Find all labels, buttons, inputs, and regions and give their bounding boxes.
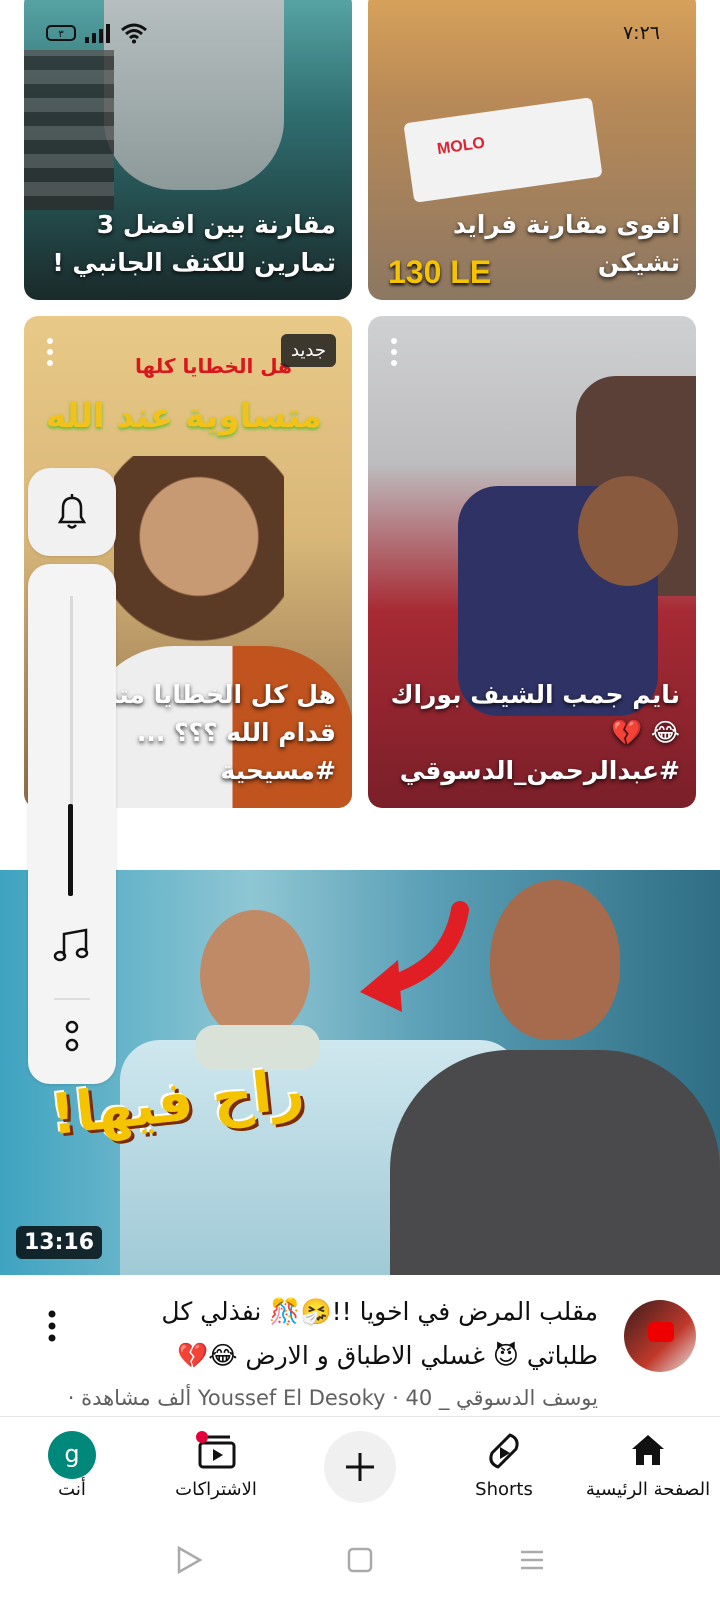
channel-avatar[interactable] — [624, 1300, 696, 1372]
home-icon — [632, 1435, 664, 1465]
short-card-shoulder-exercises[interactable]: مقارنة بين افضل 3 تمارين للكتف الجانبي ! — [24, 0, 352, 300]
avatar-play-badge — [648, 1322, 674, 1342]
nav-shorts[interactable]: Shorts — [434, 1417, 574, 1527]
nav-home[interactable]: الصفحة الرئيسية — [578, 1417, 718, 1527]
subscriptions-icon — [196, 1431, 236, 1469]
short-title: اقوى مقارنة فرايد تشيكن — [452, 210, 680, 277]
nav-label: أنت — [58, 1479, 86, 1500]
short-thumbnail — [104, 0, 284, 190]
nav-label: Shorts — [475, 1479, 533, 1500]
boy-head — [578, 476, 678, 586]
short-thumbnail-dumbbells — [24, 50, 114, 210]
patient-head — [200, 910, 310, 1040]
play-back-icon[interactable] — [174, 1544, 204, 1576]
nav-label: الاشتراكات — [175, 1479, 257, 1500]
music-note-icon[interactable] — [52, 926, 92, 966]
video-duration: 13:16 — [16, 1226, 103, 1259]
short-title: نايم جمب الشيف بوراك 😂 💔 #عبدالرحمن_الدس… — [390, 680, 680, 785]
red-arrow-icon — [360, 901, 469, 1012]
nav-label: الصفحة الرئيسية — [585, 1479, 711, 1500]
short-card-sleeping-chef[interactable]: نايم جمب الشيف بوراك 😂 💔 #عبدالرحمن_الدس… — [368, 316, 696, 808]
short-card-fried-chicken[interactable]: MOLO 130 LE اقوى مقارنة فرايد تشيكن — [368, 0, 696, 300]
thumb-caption-yellow: متساوية عند الله — [45, 396, 322, 436]
floating-music-panel — [28, 564, 116, 1084]
create-button[interactable] — [324, 1431, 396, 1503]
bell-icon — [57, 494, 87, 529]
man-shirt — [390, 1050, 720, 1275]
notification-bell-button[interactable] — [28, 468, 116, 556]
more-options-icon[interactable] — [46, 1308, 58, 1344]
user-avatar: g — [48, 1431, 96, 1479]
home-square-icon[interactable] — [346, 1544, 374, 1576]
video-subtitle: يوسف الدسوقي _ Youssef El Desoky · 40 أل… — [67, 1386, 598, 1410]
brand-text: MOLO — [436, 134, 487, 159]
new-badge: جديد — [280, 334, 336, 367]
panel-divider — [54, 998, 90, 1000]
plus-icon — [346, 1453, 374, 1481]
bottom-navigation: الصفحة الرئيسية Shorts الاشتراكات g أنت — [0, 1416, 720, 1527]
video-title[interactable]: مقلب المرض في اخويا !!🤧🎊 نفذلي كل طلباتي… — [110, 1290, 598, 1378]
short-title: مقارنة بين افضل 3 تمارين للكتف الجانبي ! — [52, 210, 336, 277]
short-thumbnail-box: MOLO — [403, 97, 603, 203]
man-head — [490, 880, 620, 1040]
shorts-icon — [489, 1433, 519, 1469]
more-options-icon[interactable] — [388, 336, 400, 368]
thumb-caption-red: هل الخطايا كلها — [135, 354, 292, 378]
more-icon[interactable] — [64, 1020, 80, 1054]
system-navigation — [0, 1526, 720, 1600]
menu-icon[interactable] — [518, 1544, 546, 1576]
volume-slider-thumb[interactable] — [68, 804, 73, 896]
more-options-icon[interactable] — [44, 336, 56, 368]
nav-subscriptions[interactable]: الاشتراكات — [146, 1417, 286, 1527]
video-info[interactable]: مقلب المرض في اخويا !!🤧🎊 نفذلي كل طلباتي… — [0, 1290, 720, 1420]
nav-you[interactable]: g أنت — [2, 1417, 142, 1527]
